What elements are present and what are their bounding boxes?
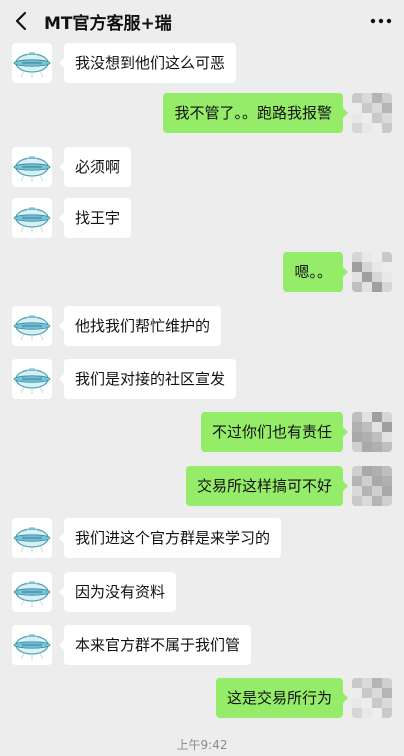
avatar[interactable] [352,252,392,292]
ufo-icon [12,518,52,558]
avatar[interactable] [12,572,52,612]
ufo-icon [12,572,52,612]
avatar[interactable] [12,518,52,558]
avatar[interactable] [12,625,52,665]
chat-title: MT官方客服+瑞 [44,14,172,34]
message-row: 本来官方群不属于我们管 [0,625,404,669]
avatar[interactable] [352,93,392,133]
ufo-icon [12,198,52,238]
pixelated-avatar-icon [352,93,392,133]
message-bubble[interactable]: 我没想到他们这么可恶 [58,43,237,83]
message-bubble[interactable]: 嗯。。 [283,252,348,292]
message-bubble[interactable]: 本来官方群不属于我们管 [58,625,252,665]
back-button[interactable] [12,11,32,31]
message-row: 因为没有资料 [0,572,404,616]
ufo-icon [12,43,52,83]
message-bubble[interactable]: 这是交易所行为 [215,678,349,718]
avatar[interactable] [12,198,52,238]
message-bubble[interactable]: 交易所这样搞可不好 [185,466,349,506]
ufo-icon [12,147,52,187]
message-row: 我没想到他们这么可恶 [0,43,404,87]
pixelated-avatar-icon [352,412,392,452]
avatar[interactable] [352,412,392,452]
avatar[interactable] [12,147,52,187]
pixelated-avatar-icon [352,466,392,506]
more-options-button[interactable] [368,12,394,30]
message-bubble[interactable]: 必须啊 [58,147,132,187]
message-row: 我们是对接的社区宣发 [0,359,404,403]
message-bubble[interactable]: 他找我们帮忙维护的 [58,306,222,346]
message-bubble[interactable]: 因为没有资料 [58,572,177,612]
message-row: 我不管了。。跑路我报警 [0,93,404,137]
chevron-left-icon [15,11,27,31]
message-bubble[interactable]: 我们进这个官方群是来学习的 [58,518,282,558]
ellipsis-icon [370,18,392,24]
message-bubble[interactable]: 找王宇 [58,198,132,238]
avatar[interactable] [12,43,52,83]
message-row: 交易所这样搞可不好 [0,466,404,510]
message-row: 不过你们也有责任 [0,412,404,456]
message-bubble[interactable]: 我不管了。。跑路我报警 [163,93,348,133]
message-row: 嗯。。 [0,252,404,296]
pixelated-avatar-icon [352,252,392,292]
message-timestamp: 上午9:42 [176,738,228,752]
chat-header: MT官方客服+瑞 [0,0,404,42]
message-list[interactable]: 我没想到他们这么可恶 我不管了。。跑路我报警 必须啊 找王宇 嗯。。 他找我们帮… [0,42,404,756]
ufo-icon [12,359,52,399]
message-row: 必须啊 [0,147,404,191]
message-bubble[interactable]: 我们是对接的社区宣发 [58,359,237,399]
ufo-icon [12,306,52,346]
message-row: 我们进这个官方群是来学习的 [0,518,404,562]
avatar[interactable] [12,359,52,399]
avatar[interactable] [12,306,52,346]
message-row: 找王宇 [0,198,404,242]
ufo-icon [12,625,52,665]
avatar[interactable] [352,678,392,718]
message-row: 这是交易所行为 [0,678,404,722]
pixelated-avatar-icon [352,678,392,718]
message-row: 他找我们帮忙维护的 [0,306,404,350]
avatar[interactable] [352,466,392,506]
message-bubble[interactable]: 不过你们也有责任 [200,412,349,452]
